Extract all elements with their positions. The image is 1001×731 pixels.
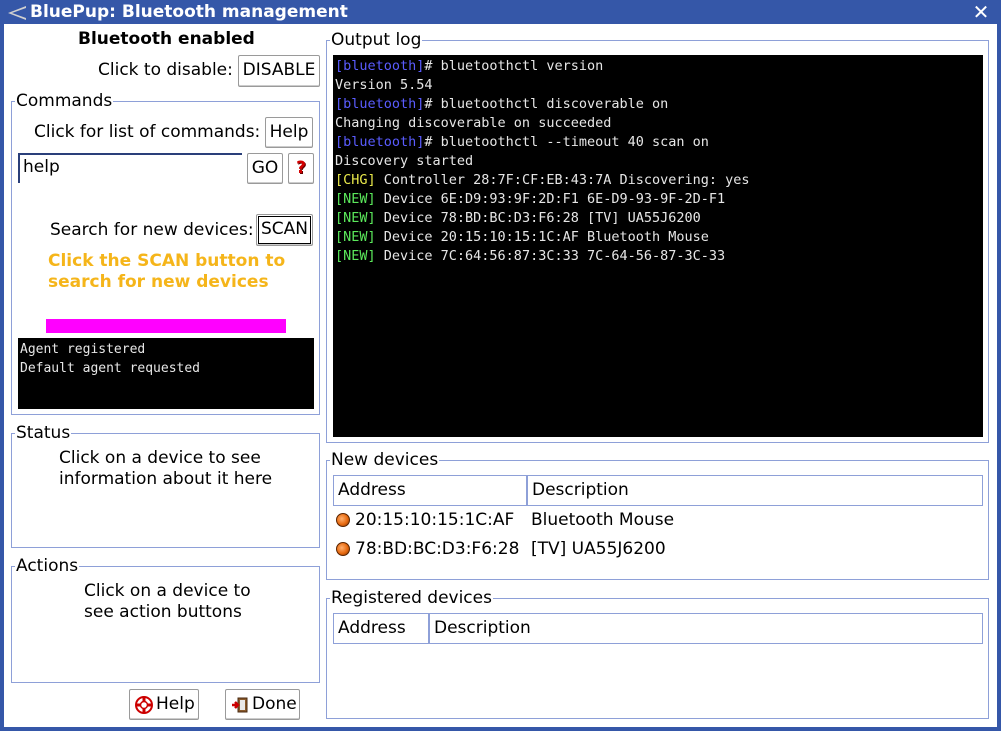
output-log-tag: [bluetooth] (335, 58, 425, 74)
disable-prompt: Click to disable: (98, 60, 233, 80)
footer-help-button[interactable]: Help (129, 689, 199, 720)
output-log-text: # bluetoothctl version (424, 58, 604, 74)
new-devices-address-header[interactable]: Address (333, 475, 527, 506)
output-log-line: Version 5.54 (335, 76, 981, 95)
device-status-dot-icon (336, 513, 350, 527)
question-icon: ? (296, 158, 306, 178)
scan-prompt: Search for new devices: (50, 220, 254, 240)
exit-icon (232, 697, 248, 713)
lifebuoy-icon (135, 696, 153, 714)
close-icon[interactable]: ✕ (971, 2, 991, 22)
output-log-line: [NEW] Device 78:BD:BC:D3:F6:28 [TV] UA55… (335, 209, 981, 228)
new-devices-label: New devices (330, 450, 440, 470)
output-log-line: [NEW] Device 20:15:10:15:1C:AF Bluetooth… (335, 228, 981, 247)
new-devices-description-header[interactable]: Description (527, 475, 983, 506)
commands-help-button[interactable]: Help (265, 117, 313, 148)
output-log-line: Changing discoverable on succeeded (335, 114, 981, 133)
output-log-tag: [NEW] (335, 191, 376, 207)
output-log-tag: [bluetooth] (335, 134, 425, 150)
device-description: [TV] UA55J6200 (531, 539, 666, 559)
scan-hint-line-1: Click the SCAN button to (48, 251, 286, 271)
footer-help-label: Help (156, 694, 195, 714)
command-help-question-button[interactable]: ? (288, 153, 314, 184)
output-log-tag: [bluetooth] (335, 96, 425, 112)
output-log-text: # bluetoothctl discoverable on (424, 96, 669, 112)
output-log-text: Device 6E:D9:93:9F:2D:F1 6E-D9-93-9F-2D-… (375, 191, 726, 207)
client-area: Bluetooth enabled Click to disable: DISA… (4, 24, 997, 727)
output-log-text: # bluetoothctl --timeout 40 scan on (424, 134, 709, 150)
actions-text-line-1: Click on a device to (84, 581, 251, 601)
output-log-text: Device 7C:64:56:87:3C:33 7C-64-56-87-3C-… (375, 248, 726, 264)
command-input[interactable]: help (18, 153, 242, 183)
scan-progress-bar (46, 319, 286, 333)
output-log-line: [NEW] Device 6E:D9:93:9F:2D:F1 6E-D9-93-… (335, 190, 981, 209)
output-log-text: Controller 28:7F:CF:EB:43:7A Discovering… (375, 172, 750, 188)
agent-log: Agent registered Default agent requested (18, 338, 314, 409)
bluetooth-app-icon (8, 6, 26, 20)
output-log-text: Discovery started (335, 153, 474, 169)
commands-list-prompt: Click for list of commands: (34, 122, 261, 142)
device-address: 20:15:10:15:1C:AF (355, 510, 515, 530)
agent-log-line: Agent registered (20, 342, 146, 357)
output-log-text: Device 20:15:10:15:1C:AF Bluetooth Mouse (375, 229, 709, 245)
new-device-row[interactable]: 20:15:10:15:1C:AF Bluetooth Mouse (333, 506, 983, 535)
output-log-line: [bluetooth]# bluetoothctl discoverable o… (335, 95, 981, 114)
registered-devices-address-header[interactable]: Address (333, 613, 429, 644)
output-log-text: Device 78:BD:BC:D3:F6:28 [TV] UA55J6200 (375, 210, 701, 226)
output-log-line: [bluetooth]# bluetoothctl version (335, 57, 981, 76)
device-address: 78:BD:BC:D3:F6:28 (355, 539, 520, 559)
command-input-value: help (23, 157, 60, 177)
scan-button[interactable]: SCAN (256, 214, 313, 246)
disable-button[interactable]: DISABLE (238, 55, 320, 87)
output-log-tag: [NEW] (335, 210, 376, 226)
status-frame-label: Status (15, 423, 72, 443)
agent-log-line: Default agent requested (20, 361, 201, 376)
registered-devices-label: Registered devices (330, 588, 493, 608)
status-text-line-2: information about it here (59, 469, 273, 489)
scan-hint-line-2: search for new devices (48, 272, 269, 292)
device-status-dot-icon (336, 542, 350, 556)
bluetooth-status-heading: Bluetooth enabled (78, 29, 255, 49)
output-log-tag: [NEW] (335, 248, 376, 264)
output-log-text: Version 5.54 (335, 77, 433, 93)
done-label: Done (252, 694, 297, 714)
output-log-line: [CHG] Controller 28:7F:CF:EB:43:7A Disco… (335, 171, 981, 190)
commands-frame-label: Commands (15, 91, 114, 111)
title-bar[interactable]: BluePup: Bluetooth management ✕ (0, 0, 1001, 24)
device-description: Bluetooth Mouse (531, 510, 675, 530)
new-device-row[interactable]: 78:BD:BC:D3:F6:28 [TV] UA55J6200 (333, 535, 983, 564)
output-log-line: [NEW] Device 7C:64:56:87:3C:33 7C-64-56-… (335, 247, 981, 266)
output-log-line: Discovery started (335, 152, 981, 171)
actions-text-line-2: see action buttons (84, 602, 242, 622)
output-log-terminal[interactable]: [bluetooth]# bluetoothctl version Version… (333, 55, 983, 437)
output-log-tag: [CHG] (335, 172, 376, 188)
registered-devices-description-header[interactable]: Description (429, 613, 983, 644)
actions-frame-label: Actions (15, 556, 80, 576)
output-log-label: Output log (330, 30, 423, 50)
output-log-text: Changing discoverable on succeeded (335, 115, 612, 131)
go-button[interactable]: GO (247, 153, 283, 184)
bluepup-window: BluePup: Bluetooth management ✕ Bluetoot… (0, 0, 1001, 731)
window-title: BluePup: Bluetooth management (30, 2, 348, 22)
output-log-tag: [NEW] (335, 229, 376, 245)
status-text-line-1: Click on a device to see (59, 448, 261, 468)
output-log-line: [bluetooth]# bluetoothctl --timeout 40 s… (335, 133, 981, 152)
done-button[interactable]: Done (225, 689, 300, 720)
